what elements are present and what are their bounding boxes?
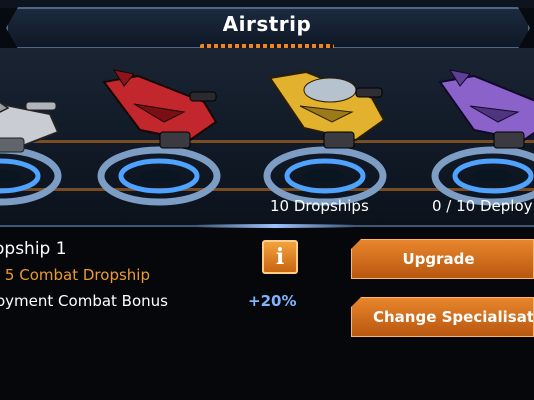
bay-4-label: 0 / 10 Deploy: [432, 197, 533, 215]
bonus-value: +20%: [248, 292, 297, 310]
dropship-bay-3[interactable]: [260, 62, 400, 216]
bay-3-label: 10 Dropships: [270, 197, 369, 215]
dropship-bay-2[interactable]: [94, 64, 234, 218]
dropship-icon: [431, 69, 534, 206]
top-bar: [0, 0, 534, 8]
dropship-icon: [97, 69, 221, 206]
dropship-bay-4[interactable]: [428, 64, 534, 218]
upgrade-button[interactable]: Upgrade: [351, 239, 534, 279]
dropship-bay-1[interactable]: [0, 66, 78, 220]
screen-title: Airstrip: [222, 12, 312, 36]
ship-name: opship 1: [0, 239, 67, 259]
dropship-icon: [0, 101, 62, 206]
ship-class: l 5 Combat Dropship: [0, 266, 150, 284]
bonus-label: oyment Combat Bonus: [0, 292, 168, 310]
change-specialisation-button[interactable]: Change Specialisatio: [351, 297, 534, 337]
dropship-icon: [263, 70, 387, 206]
info-icon[interactable]: i: [262, 240, 298, 274]
